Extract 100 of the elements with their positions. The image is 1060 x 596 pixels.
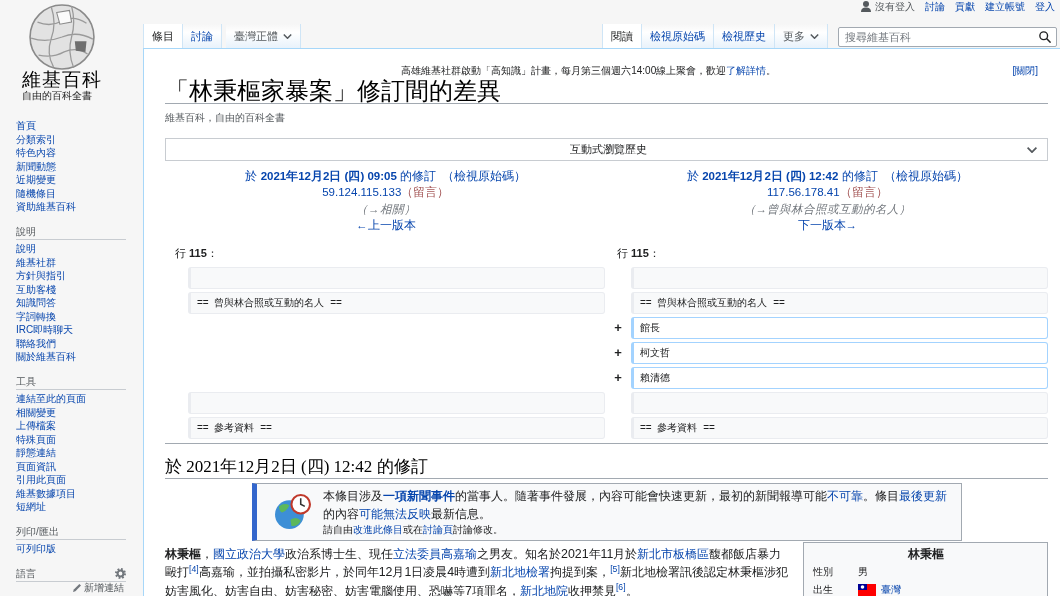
sidebar-link[interactable]: 知識問答: [16, 296, 56, 310]
add-links-link[interactable]: 新增連結: [73, 582, 124, 593]
logo-tagline: 自由的百科全書: [22, 90, 92, 102]
sidebar-link[interactable]: 方針與指引: [16, 269, 66, 283]
sidebar-link[interactable]: 聯絡我們: [16, 336, 56, 350]
sidebar-link[interactable]: 短網址: [16, 500, 46, 514]
notice-link[interactable]: 討論頁: [422, 523, 453, 535]
ip-address-link[interactable]: 59.124.115.133: [322, 186, 402, 199]
infobox-label: 性別: [813, 565, 833, 577]
revision-link[interactable]: 於 2021年12月2日 (四) 09:05 的修訂: [245, 169, 437, 182]
sidebar-link[interactable]: 特殊頁面: [16, 432, 56, 446]
notice-hint-text: 請自由改進此條目或在討論頁討論修改。: [322, 522, 504, 537]
tab[interactable]: 閱讀: [602, 23, 642, 48]
sidebar-link[interactable]: IRC即時聊天: [16, 323, 74, 337]
user-icon: [861, 0, 871, 13]
infobox-label: 出生: [813, 583, 833, 595]
tab[interactable]: 討論: [183, 23, 222, 48]
sidebar-heading: 語言: [16, 567, 36, 581]
sidebar-link[interactable]: 頁面資訊: [16, 459, 56, 473]
previous-revision-link[interactable]: ←上一版本: [356, 219, 416, 232]
next-revision-link[interactable]: 下一版本→: [797, 219, 857, 232]
sidebar-link[interactable]: 連結至此的頁面: [16, 392, 86, 406]
site-tagline: 維基百科，自由的百科全書: [165, 111, 285, 123]
added-line-marker: +: [614, 320, 622, 335]
article-link[interactable]: 立法委員: [393, 546, 441, 561]
article-paragraph: 林秉樞，國立政治大學政治系博士生、現任立法委員高嘉瑜之男友。知名於2021年11月於新北市板橋區馥都飯店暴力毆打$^{[4]}$高嘉瑜，並拍攝私密影片，於同年12月1日凌晨4時遭到新北地檢署拘提到案，$^{[5]}$新北地檢署訊後認定林秉樞涉犯妨害風化、妨害自由、妨害秘密、妨害電腦使用、恐嚇等7項罪名，新北地院收押禁見$^{[6]}$。: [165, 545, 788, 596]
talk-link[interactable]: （留言）: [839, 186, 888, 199]
sidebar-heading: 說明: [16, 225, 36, 239]
sidebar-link[interactable]: 字詞轉換: [16, 309, 56, 323]
article-link[interactable]: 新北地院: [519, 583, 568, 596]
notice-link[interactable]: 一項新聞事件: [382, 488, 455, 503]
revision-link[interactable]: 於 2021年12月2日 (四) 12:42 的修訂: [686, 169, 878, 182]
infobox-value: 男: [858, 564, 868, 579]
notice-text: 本條目涉及一項新聞事件的當事人。隨著事件發展，內容可能會快速更新，最初的新聞報導可能不可靠。條目最後更新 的內容可能無法反映最新信息。: [322, 487, 948, 523]
more-dropdown[interactable]: 更多: [775, 23, 828, 48]
sidebar-link[interactable]: 上傳檔案: [16, 419, 56, 433]
reference-link[interactable]: [5]: [610, 563, 620, 574]
sidebar-link[interactable]: 分類索引: [16, 132, 56, 146]
settings-icon[interactable]: [115, 568, 126, 580]
notice-link[interactable]: 可能無法反映: [358, 506, 431, 521]
article-link[interactable]: 高嘉瑜: [441, 546, 477, 561]
personal-link[interactable]: 貢獻: [955, 0, 975, 13]
view-source-link[interactable]: （檢視原始碼）: [883, 169, 968, 182]
tab[interactable]: 檢視歷史: [714, 23, 775, 48]
dismiss-link[interactable]: [關閉]: [1012, 64, 1038, 76]
chevron-down-icon: [810, 33, 819, 39]
login-status-text: 沒有登入: [875, 0, 915, 13]
notice-link[interactable]: 改進此條目: [352, 523, 403, 535]
site-notice-text: 高雄維基社群啟動「高知識」計畫，每月第三個週六14:00線上聚會，歡迎了解詳情。: [401, 64, 777, 76]
sidebar-link[interactable]: 相關變更: [16, 405, 56, 419]
sidebar-link[interactable]: 維基數據項目: [16, 486, 76, 500]
added-line-marker: +: [614, 370, 622, 385]
tab[interactable]: 條目: [143, 23, 183, 48]
sidebar-link[interactable]: 可列印版: [16, 542, 56, 556]
chevron-down-icon: [283, 33, 292, 39]
edit-summary: （→相關）: [356, 202, 416, 215]
revision-heading: 於 2021年12月2日 (四) 12:42 的修訂: [165, 456, 428, 477]
sidebar-link[interactable]: 靜態連結: [16, 446, 56, 460]
notice-link[interactable]: 不可靠: [826, 488, 863, 503]
sidebar-heading: 列印/匯出: [16, 525, 59, 539]
article-link[interactable]: 新北地檢署: [490, 565, 551, 580]
article-link[interactable]: 板橋區: [673, 546, 710, 561]
sidebar-link[interactable]: 說明: [16, 242, 36, 256]
search-field[interactable]: 搜尋維基百科: [838, 26, 1057, 47]
sidebar-heading: 工具: [16, 375, 36, 389]
sidebar-link[interactable]: 資助維基百科: [16, 200, 76, 214]
sidebar-link[interactable]: 特色內容: [16, 146, 56, 160]
wordmark: 維基百科: [22, 70, 102, 90]
reference-link[interactable]: [6]: [615, 582, 626, 593]
puzzle-globe-icon: [28, 4, 96, 70]
sidebar-link[interactable]: 近期變更: [16, 173, 56, 187]
globe-clock-icon: [274, 494, 311, 530]
reference-link[interactable]: [4]: [189, 563, 199, 574]
infobox-title: 林秉樞: [907, 545, 944, 563]
infobox-link[interactable]: 臺灣: [881, 580, 901, 596]
personal-link[interactable]: 討論: [925, 0, 945, 13]
personal-link[interactable]: 登入: [1035, 0, 1055, 13]
ip-address-link[interactable]: 117.56.178.41: [766, 186, 840, 199]
variant-dropdown[interactable]: 臺灣正體: [226, 23, 301, 48]
sidebar-link[interactable]: 關於維基百科: [16, 350, 76, 364]
search-icon[interactable]: [1039, 30, 1051, 43]
sidebar-link[interactable]: 隨機條目: [16, 186, 56, 200]
notice-link[interactable]: 最後更新: [898, 488, 947, 503]
article-link[interactable]: 新北市: [637, 546, 674, 561]
sidebar-link[interactable]: 新聞動態: [16, 159, 56, 173]
sidebar-link[interactable]: 互助客棧: [16, 282, 56, 296]
notice-link[interactable]: 了解詳情: [726, 64, 767, 76]
personal-link[interactable]: 建立帳號: [985, 0, 1025, 13]
added-line-marker: +: [614, 345, 622, 360]
collapsible-bar[interactable]: 互動式瀏覽歷史: [165, 137, 1048, 161]
talk-link[interactable]: （留言）: [401, 186, 450, 199]
tab[interactable]: 檢視原始碼: [642, 23, 714, 48]
line-number-label: 行 115：: [617, 245, 660, 261]
pencil-icon: [73, 583, 81, 592]
article-link[interactable]: 國立政治大學: [213, 546, 285, 561]
view-source-link[interactable]: （檢視原始碼）: [442, 169, 527, 182]
page-title: 「林秉樞家暴案」修訂間的差異: [165, 79, 501, 102]
sidebar-link[interactable]: 首頁: [16, 119, 36, 133]
sidebar-link[interactable]: 維基社群: [16, 255, 56, 269]
sidebar-link[interactable]: 引用此頁面: [16, 473, 66, 487]
